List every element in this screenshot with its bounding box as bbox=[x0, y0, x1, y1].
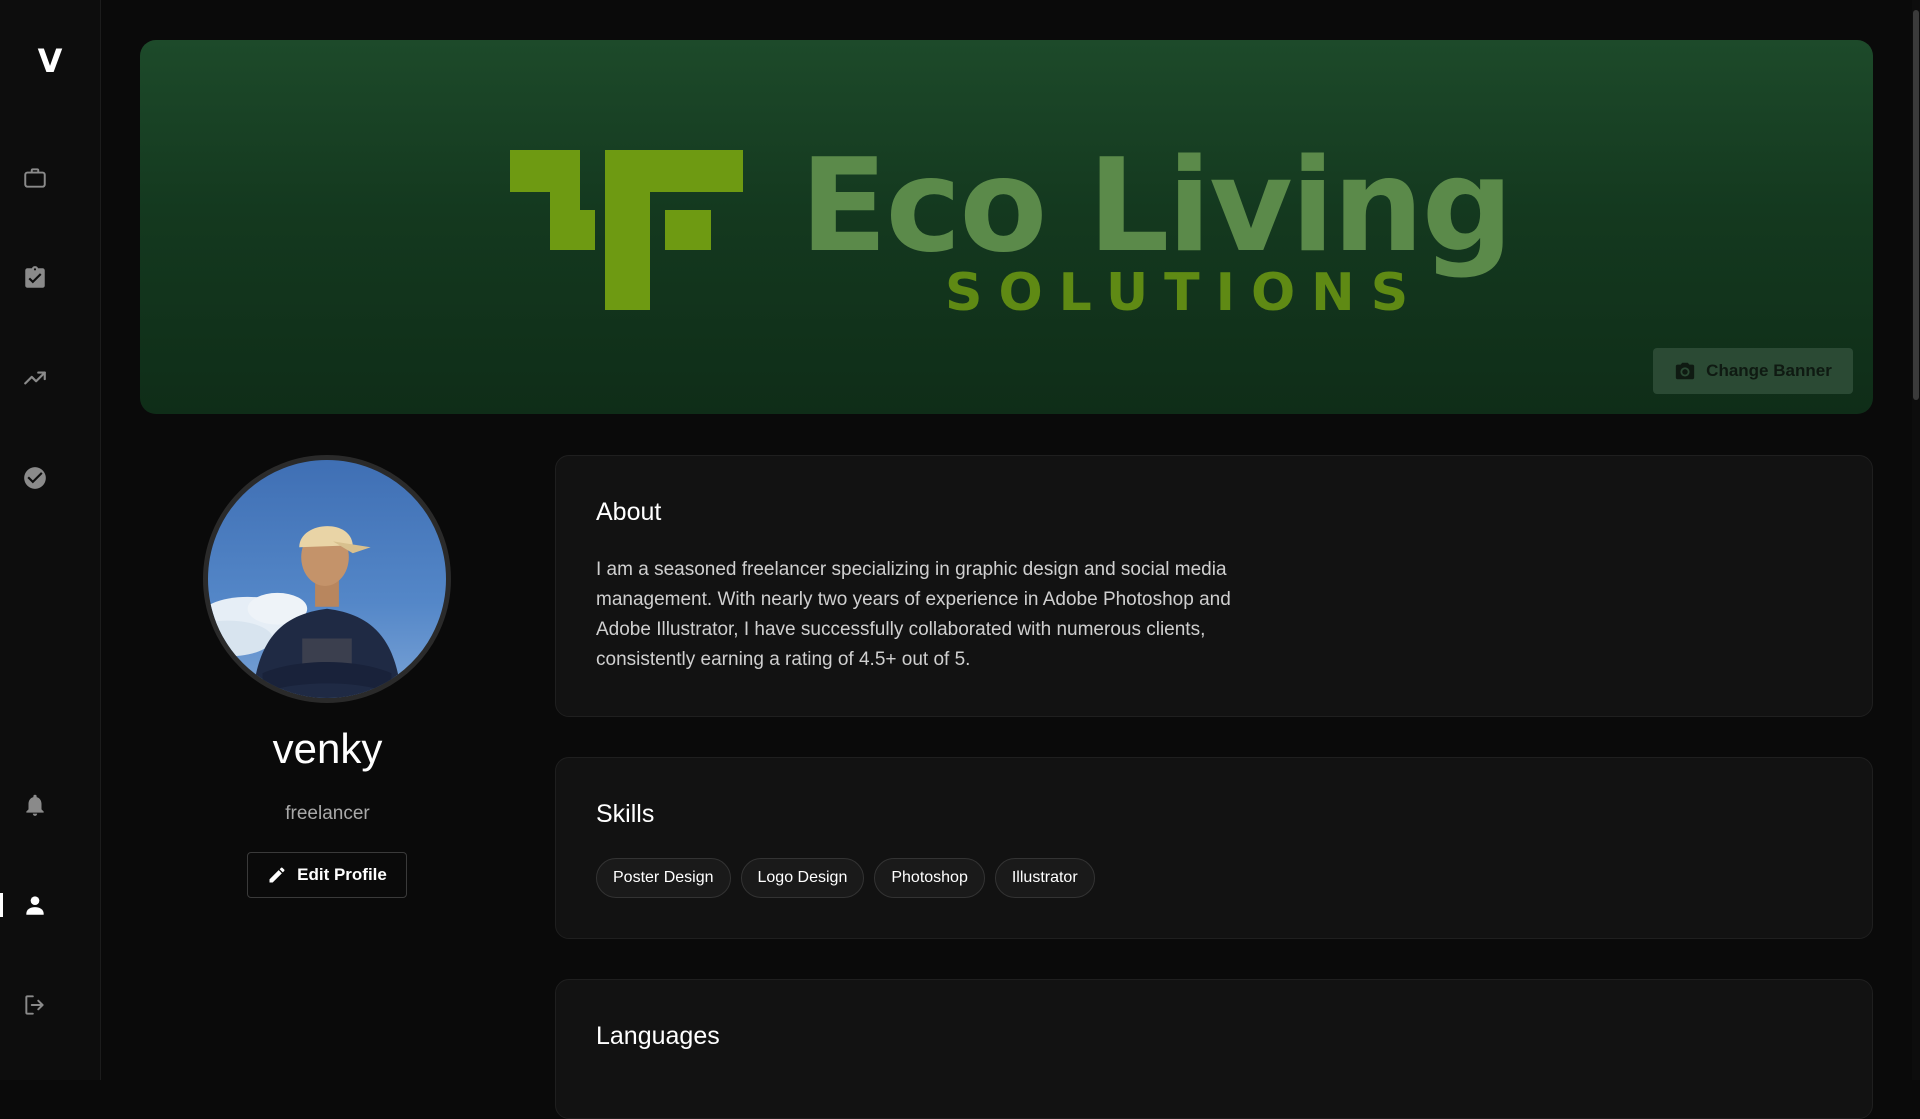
skill-chip: Logo Design bbox=[740, 858, 865, 898]
avatar-photo bbox=[208, 526, 402, 698]
brand-mark-icon bbox=[510, 150, 743, 310]
about-text: I am a seasoned freelancer specializing … bbox=[596, 559, 1231, 670]
skill-chip: Illustrator bbox=[994, 858, 1095, 898]
sidebar-item-jobs[interactable] bbox=[15, 158, 55, 198]
sidebar-item-profile[interactable] bbox=[15, 885, 55, 925]
change-banner-button[interactable]: Change Banner bbox=[1653, 348, 1853, 394]
scrollbar[interactable] bbox=[1912, 0, 1920, 1080]
skills-list: Poster Design Logo Design Photoshop Illu… bbox=[596, 858, 1095, 898]
logout-icon bbox=[25, 995, 44, 1015]
avatar[interactable] bbox=[203, 455, 451, 703]
bell-icon bbox=[26, 794, 44, 816]
sidebar-item-notifications[interactable] bbox=[15, 785, 55, 825]
person-icon bbox=[26, 896, 44, 915]
skills-card: Skills Poster Design Logo Design Photosh… bbox=[555, 757, 1873, 939]
briefcase-icon bbox=[24, 168, 46, 188]
languages-card: Languages bbox=[555, 979, 1873, 1119]
brand-tagline: SOLUTIONS bbox=[945, 263, 1424, 323]
active-indicator bbox=[0, 893, 3, 917]
check-circle-icon bbox=[24, 467, 46, 489]
skills-title: Skills bbox=[596, 800, 655, 828]
edit-profile-button[interactable]: Edit Profile bbox=[247, 852, 407, 898]
trending-up-icon bbox=[24, 371, 46, 385]
profile-banner: Eco Living SOLUTIONS Change Banner bbox=[140, 40, 1873, 414]
profile-name: venky bbox=[272, 725, 383, 772]
change-banner-label: Change Banner bbox=[1706, 361, 1832, 380]
profile-role: freelancer bbox=[285, 803, 370, 824]
sidebar-item-completed[interactable] bbox=[15, 458, 55, 498]
brand-name: Eco Living bbox=[800, 150, 1511, 281]
edit-profile-label: Edit Profile bbox=[297, 865, 387, 884]
about-card: About I am a seasoned freelancer special… bbox=[555, 455, 1873, 717]
camera-icon bbox=[1676, 362, 1695, 380]
sidebar-item-analytics[interactable] bbox=[15, 358, 55, 398]
sidebar-item-logout[interactable] bbox=[15, 985, 55, 1025]
sidebar-item-tasks[interactable] bbox=[15, 258, 55, 298]
scrollbar-thumb[interactable] bbox=[1913, 10, 1919, 400]
skill-chip: Photoshop bbox=[874, 858, 985, 898]
brand-logo: Eco Living SOLUTIONS bbox=[510, 150, 1513, 323]
about-title: About bbox=[596, 498, 662, 526]
clipboard-check-icon bbox=[25, 266, 45, 288]
skill-chip: Poster Design bbox=[596, 858, 731, 898]
app-logo[interactable]: V bbox=[0, 42, 100, 80]
languages-title: Languages bbox=[596, 1022, 720, 1050]
pencil-icon bbox=[269, 867, 285, 883]
sidebar: V bbox=[0, 0, 101, 1080]
